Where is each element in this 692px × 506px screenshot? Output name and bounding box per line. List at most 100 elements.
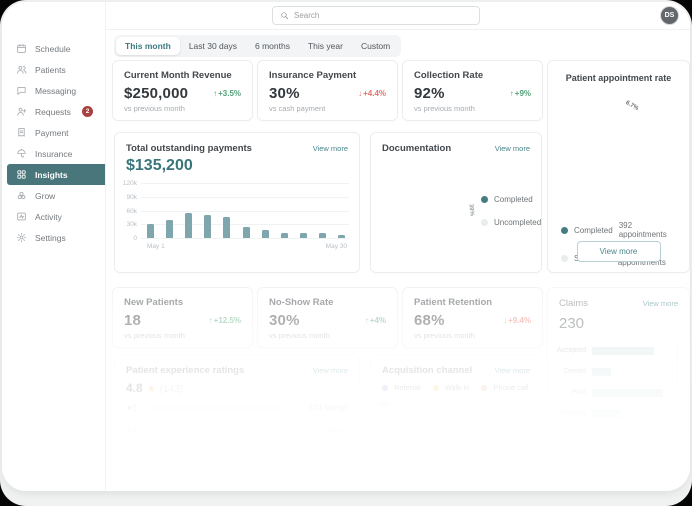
card-title: Patient appointment rate	[565, 73, 672, 83]
kpi-subtitle: vs previous month	[124, 104, 185, 113]
legend-item: Phone call	[481, 383, 528, 392]
kpi-title: New Patients	[124, 297, 184, 308]
documentation-legend: Completed Uncompleted	[481, 195, 541, 227]
search-box[interactable]	[272, 6, 480, 25]
view-more-link[interactable]: View more	[495, 366, 530, 375]
sidebar: Schedule Patients Messaging Requests 2 Paymen…	[2, 2, 106, 491]
card-title: Total outstanding payments	[126, 143, 252, 154]
sidebar-item-label: Payment	[35, 127, 69, 138]
legend-label: Completed	[494, 195, 533, 204]
sidebar-item-insights[interactable]: Insights	[7, 164, 105, 185]
tab-custom[interactable]: Custom	[352, 37, 399, 55]
kpi-value: 30%	[269, 85, 300, 102]
legend-dot	[561, 226, 568, 234]
outstanding-bar-chart: 120k 90k 60k 30k 0	[123, 180, 349, 242]
star-icon: ★	[146, 384, 156, 395]
claims-row: Pending	[548, 409, 679, 418]
y-axis-tick: 150	[378, 402, 389, 409]
claims-label: Paid	[571, 389, 586, 396]
tab-last-30-days[interactable]: Last 30 days	[180, 37, 246, 55]
sidebar-item-label: Requests	[35, 106, 71, 117]
settings-icon	[16, 232, 27, 243]
insurance-icon	[16, 148, 27, 159]
legend-dot	[382, 384, 388, 391]
y-axis-tick: 90k	[126, 193, 137, 201]
view-more-link[interactable]: View more	[495, 144, 530, 153]
view-more-link[interactable]: View more	[313, 366, 348, 375]
kpi-delta: ↑ +3.5%	[213, 89, 241, 98]
gridline	[395, 441, 531, 442]
y-axis-tick: 90	[381, 438, 389, 445]
legend-dot	[481, 196, 488, 203]
claims-label: Accepted	[556, 347, 586, 354]
view-more-button[interactable]: View more	[576, 241, 661, 262]
kpi-value: 68%	[414, 312, 445, 329]
outstanding-payments-card: Total outstanding payments View more $13…	[114, 132, 360, 273]
bar	[204, 215, 212, 238]
kpi-card-collection-rate: Collection Rate 92% ↑ +9% vs previous month	[402, 60, 543, 121]
payment-icon	[16, 127, 27, 138]
bar	[223, 217, 231, 238]
sidebar-item-settings[interactable]: Settings	[2, 227, 105, 248]
kpi-title: Patient Retention	[414, 297, 493, 308]
requests-badge: 2	[82, 106, 93, 117]
claims-label: Pending	[560, 410, 586, 417]
rating-row: ★4 17 ratings	[126, 425, 348, 434]
x-axis-label: May 30	[325, 243, 347, 250]
y-axis-tick: 30k	[126, 221, 137, 229]
trend-up-icon: ↑	[364, 316, 369, 325]
rating-row-label: ★5	[126, 403, 137, 412]
tab-this-month[interactable]: This month	[116, 37, 180, 55]
bar	[280, 232, 288, 238]
sidebar-item-insurance[interactable]: Insurance	[2, 143, 105, 164]
sidebar-item-requests[interactable]: Requests 2	[2, 101, 105, 122]
sidebar-item-activity[interactable]: Activity	[2, 206, 105, 227]
gridline	[141, 183, 349, 184]
sidebar-item-schedule[interactable]: Schedule	[2, 38, 105, 59]
kpi-value: $250,000	[124, 85, 189, 102]
claims-gridline	[677, 346, 678, 444]
rating-count: (143)	[159, 384, 184, 395]
appointment-donut-chart: #appt-donut::after{inset:18px;}93.3%6.7%	[575, 97, 663, 185]
sidebar-item-label: Settings	[35, 232, 66, 243]
view-more-link[interactable]: View more	[313, 144, 348, 153]
tab-6-months[interactable]: 6 months	[246, 37, 299, 55]
kpi-value: 18	[124, 312, 142, 329]
bar	[242, 227, 250, 238]
kpi-card-insurance-payment: Insurance Payment 30% ↓ +4.4% vs cash paymen…	[257, 60, 398, 121]
grow-icon	[16, 190, 27, 201]
donut-slice-label: 61%	[394, 203, 405, 218]
kpi-value-row: $250,000 ↑ +3.5%	[124, 85, 241, 102]
donut-slice-label: 6.7%	[623, 99, 639, 113]
claims-row: Rejected	[548, 430, 679, 439]
card-title: Acquisition channel	[382, 365, 473, 376]
outstanding-value: $135,200	[126, 157, 193, 174]
card-title: Patient experience ratings	[126, 365, 245, 376]
kpi-value-row: 30% ↑ +4%	[269, 312, 386, 329]
rating-row: ★5 124 ratings	[126, 403, 348, 412]
claims-card: Claims View more 230 Accepted Denied Paid P…	[547, 287, 690, 459]
kpi-title: Collection Rate	[414, 70, 484, 81]
kpi-subtitle: vs previous month	[414, 104, 475, 113]
tab-this-year[interactable]: This year	[299, 37, 352, 55]
activity-icon	[16, 211, 27, 222]
view-more-link[interactable]: View more	[643, 299, 678, 308]
sidebar-item-label: Schedule	[35, 43, 71, 54]
sidebar-item-messaging[interactable]: Messaging	[2, 80, 105, 101]
sidebar-item-payment[interactable]: Payment	[2, 122, 105, 143]
sidebar-item-patients[interactable]: Patients	[2, 59, 105, 80]
search-input[interactable]	[294, 11, 472, 20]
trend-down-icon: ↓	[358, 89, 363, 98]
kpi-value-row: 92% ↑ +9%	[414, 85, 531, 102]
legend-label: Walk-in	[444, 383, 470, 392]
bar	[318, 232, 326, 238]
bar	[185, 212, 193, 238]
sidebar-item-label: Messaging	[35, 85, 77, 96]
kpi-title: Current Month Revenue	[124, 70, 232, 81]
kpi-card-patient-retention: Patient Retention 68% ↓ +9.4% vs previous mo…	[402, 287, 543, 348]
gridline	[141, 210, 349, 212]
avatar[interactable]: DS	[660, 6, 679, 25]
gridline	[395, 423, 531, 424]
kpi-value-row: 68% ↓ +9.4%	[414, 312, 531, 329]
sidebar-item-grow[interactable]: Grow	[2, 185, 105, 206]
